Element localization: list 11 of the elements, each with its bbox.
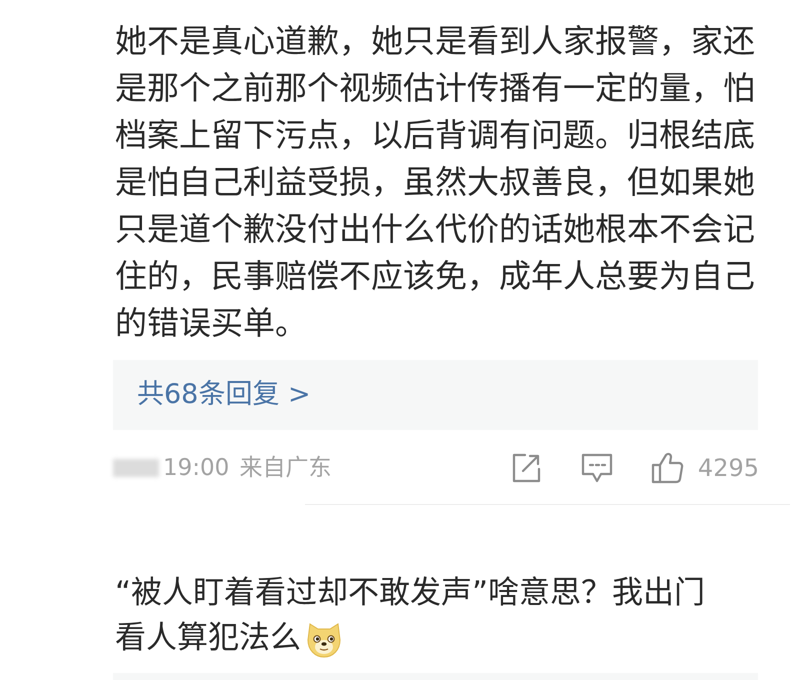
comment-icon[interactable] bbox=[580, 453, 613, 483]
comment-time: 19:00 bbox=[163, 454, 230, 483]
thumbs-up-icon[interactable] bbox=[650, 452, 684, 484]
comment-text: 她不是真心道歉，她只是看到人家报警，家还是那个之前那个视频估计传播有一定的量，怕档案上留下污点，以后背调有问题。归根结底是怕自己利益受损，虽然大叔善良，但如果她只是道个歉没付出什么代价的话她根本不会记住的，民事赔偿不应该免，成年人总要为自己的错误买单。 bbox=[114, 21, 756, 344]
like-count: 4295 bbox=[698, 453, 759, 484]
blurred-block bbox=[113, 459, 159, 477]
comment-location: 来自广东 bbox=[239, 454, 332, 483]
comment-text-line: “被人盯着看过却不敢发声”啥意思？我出门 bbox=[115, 574, 706, 613]
share-icon[interactable] bbox=[510, 453, 541, 483]
comment-text-line: 看人算犯法么 bbox=[115, 619, 301, 658]
replies-link[interactable]: 共68条回复 > bbox=[113, 360, 758, 430]
